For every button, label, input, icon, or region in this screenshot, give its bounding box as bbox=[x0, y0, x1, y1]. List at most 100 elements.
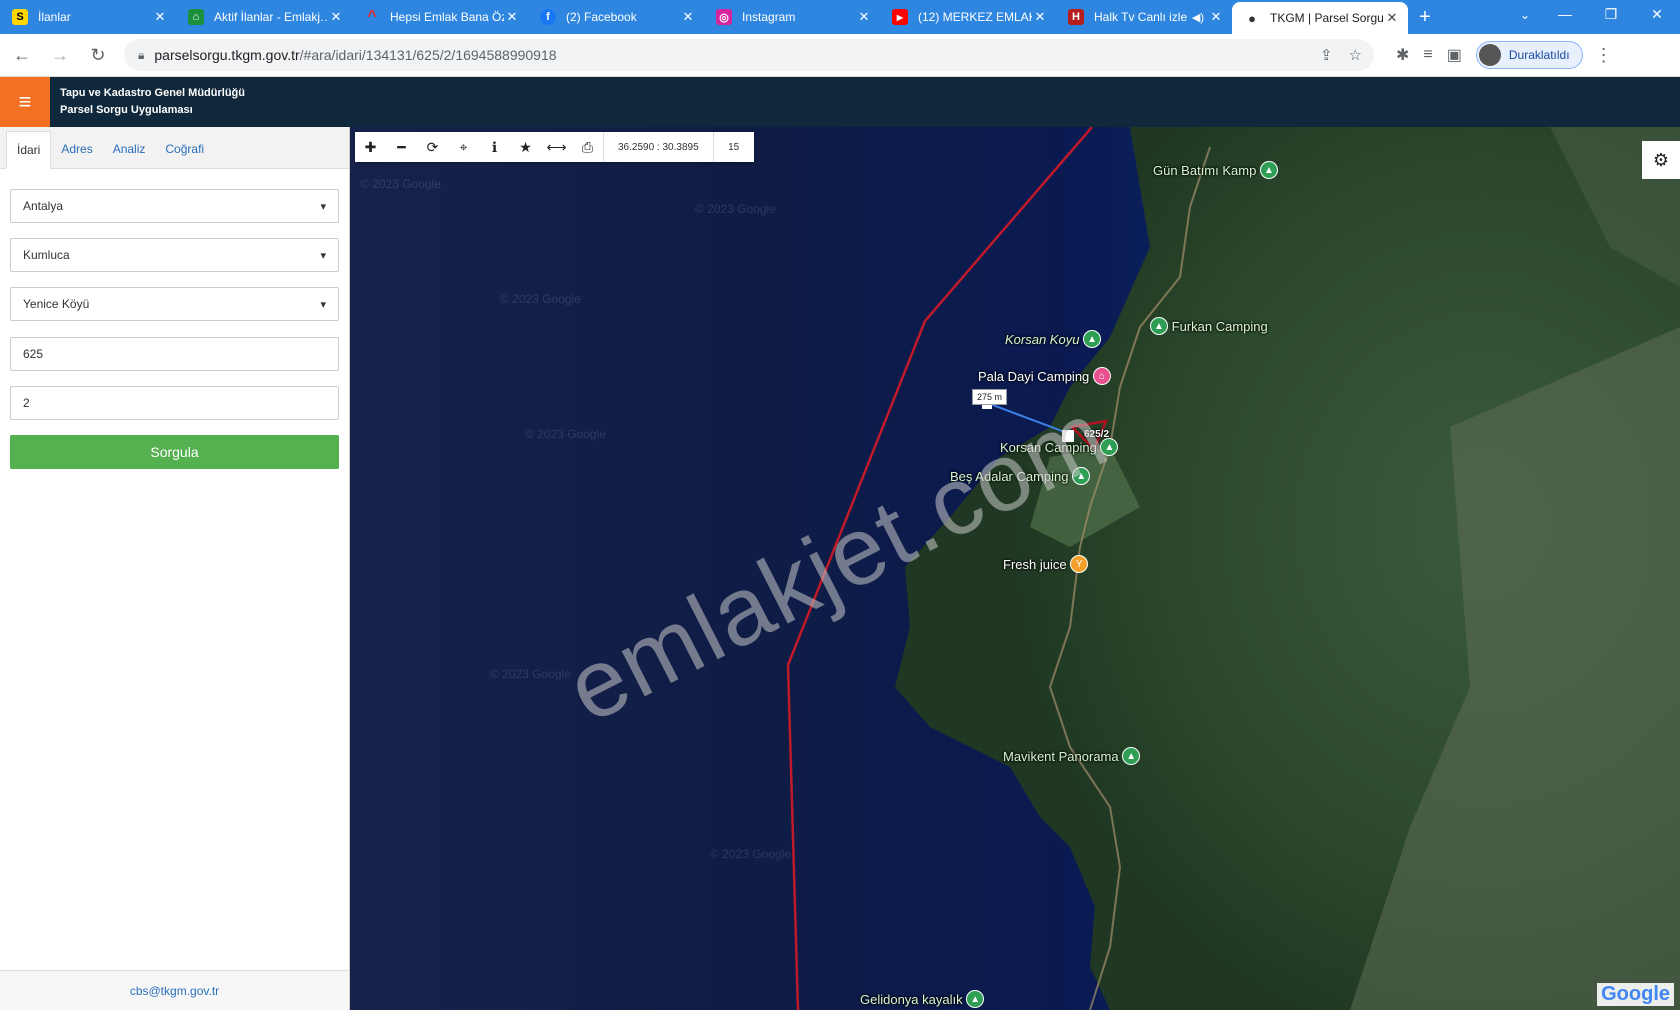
tab-title: İlanlar bbox=[38, 10, 71, 24]
profile-label: Duraklatıldı bbox=[1508, 48, 1570, 62]
gear-icon[interactable]: ⚙ bbox=[1642, 141, 1680, 179]
lock-icon: 🔒︎ bbox=[138, 47, 145, 62]
tab-adres[interactable]: Adres bbox=[51, 130, 102, 168]
ada-input[interactable]: 625 bbox=[10, 337, 339, 371]
close-tab-icon[interactable]: ✕ bbox=[680, 9, 696, 25]
locate-crosshair-icon[interactable]: ⌖ bbox=[448, 132, 479, 162]
measure-arrows-icon[interactable]: ⟷ bbox=[541, 132, 572, 162]
browser-tab[interactable]: f (2) Facebook ✕ bbox=[528, 0, 704, 34]
app-title-line1: Tapu ve Kadastro Genel Müdürlüğü bbox=[60, 87, 245, 99]
print-icon[interactable]: ⎙ bbox=[572, 132, 603, 162]
copyright-text: © 2023 Google bbox=[525, 427, 606, 441]
side-panel-icon[interactable]: ▣ bbox=[1447, 45, 1462, 65]
minimize-icon[interactable]: — bbox=[1542, 0, 1588, 30]
copyright-text: © 2023 Google bbox=[360, 177, 441, 191]
profile-button[interactable]: Duraklatıldı bbox=[1475, 41, 1583, 69]
poi-label: Korsan Koyu bbox=[1005, 331, 1080, 347]
tab-search-chevron-icon[interactable]: ⌄ bbox=[1520, 2, 1530, 28]
campsite-icon: ▲ bbox=[1150, 317, 1168, 335]
poi-fresh-juice[interactable]: Fresh juice Y bbox=[1003, 555, 1089, 573]
share-icon[interactable]: ⇪ bbox=[1320, 46, 1333, 64]
window-controls: — ❐ ✕ bbox=[1542, 0, 1680, 30]
browser-tab[interactable]: ^ Hepsi Emlak Bana Öz…✕ bbox=[352, 0, 528, 34]
restore-icon[interactable]: ❐ bbox=[1588, 0, 1634, 30]
browser-menu-icon[interactable]: ⋮ bbox=[1595, 45, 1613, 66]
tab-cografi[interactable]: Coğrafi bbox=[155, 130, 214, 168]
poi-label: Gün Batımı Kamp bbox=[1153, 162, 1257, 178]
poi-label: Mavikent Panorama bbox=[1003, 748, 1119, 764]
zoom-level: 15 bbox=[728, 141, 740, 153]
panel-tabs: İdari Adres Analiz Coğrafi bbox=[0, 127, 349, 169]
tab-title: Aktif İlanlar - Emlakj… bbox=[214, 10, 328, 24]
extensions-puzzle-icon[interactable]: ✱ bbox=[1396, 45, 1409, 65]
browser-tab[interactable]: S İlanlar ✕ bbox=[0, 0, 176, 34]
tab-favicon-icon: ⌂ bbox=[188, 9, 204, 25]
poi-label: Furkan Camping bbox=[1171, 318, 1268, 334]
tab-favicon-icon: ◎ bbox=[716, 9, 732, 25]
close-tab-icon[interactable]: ✕ bbox=[152, 9, 168, 25]
star-icon[interactable]: ★ bbox=[510, 132, 541, 162]
sorgula-button[interactable]: Sorgula bbox=[10, 435, 339, 469]
attribution-text: Google bbox=[1601, 983, 1670, 1005]
poi-pala-dayi-camping[interactable]: Pala Dayi Camping ⌂ bbox=[978, 367, 1111, 385]
close-tab-icon[interactable]: ✕ bbox=[1032, 9, 1048, 25]
close-tab-icon[interactable]: ✕ bbox=[504, 9, 520, 25]
zoom-in-icon[interactable]: ✚ bbox=[355, 132, 386, 162]
browser-tab[interactable]: H Halk Tv Canlı izle ◀) ✕ bbox=[1056, 0, 1232, 34]
info-icon[interactable]: ℹ bbox=[479, 132, 510, 162]
poi-furkan-camping[interactable]: ▲ Furkan Camping bbox=[1150, 317, 1268, 335]
url-bar[interactable]: 🔒︎ parselsorgu.tkgm.gov.tr/#ara/idari/13… bbox=[124, 39, 1374, 71]
hamburger-menu-icon[interactable]: ≡ bbox=[0, 77, 50, 127]
url-path: /#ara/idari/134131/625/2/1694588990918 bbox=[299, 47, 557, 63]
tab-title: Instagram bbox=[742, 10, 796, 24]
refresh-icon[interactable]: ⟳ bbox=[417, 132, 448, 162]
browser-tab-active[interactable]: ● TKGM | Parsel Sorgu… ✕ bbox=[1232, 2, 1408, 34]
footer-email-link[interactable]: cbs@tkgm.gov.tr bbox=[0, 970, 349, 1010]
speaker-icon[interactable]: ◀) bbox=[1192, 11, 1204, 24]
close-window-icon[interactable]: ✕ bbox=[1634, 0, 1680, 30]
hotel-icon: ⌂ bbox=[1092, 367, 1111, 385]
reload-icon[interactable]: ↻ bbox=[82, 39, 114, 71]
tab-favicon-icon: ^ bbox=[367, 8, 377, 25]
park-icon: ▲ bbox=[1083, 330, 1102, 348]
app-title-line2: Parsel Sorgu Uygulaması bbox=[60, 104, 193, 116]
parsel-value: 2 bbox=[23, 396, 30, 410]
url-host: parselsorgu.tkgm.gov.tr bbox=[154, 47, 300, 63]
mahalle-select[interactable]: Yenice Köyü ▾ bbox=[10, 287, 339, 321]
close-tab-icon[interactable]: ✕ bbox=[328, 9, 344, 25]
zoom-out-icon[interactable]: ━ bbox=[386, 132, 417, 162]
il-select[interactable]: Antalya ▾ bbox=[10, 189, 339, 223]
close-tab-icon[interactable]: ✕ bbox=[856, 9, 872, 25]
poi-gun-batimi-kamp[interactable]: Gün Batımı Kamp ▲ bbox=[1153, 161, 1278, 179]
map-view[interactable]: © 2023 Google © 2023 Google © 2023 Googl… bbox=[350, 127, 1680, 1010]
chevron-down-icon: ▾ bbox=[320, 298, 326, 311]
forward-icon[interactable]: → bbox=[44, 39, 76, 71]
close-tab-icon[interactable]: ✕ bbox=[1208, 9, 1224, 25]
tab-favicon-icon: H bbox=[1068, 9, 1084, 25]
poi-korsan-koyu[interactable]: Korsan Koyu ▲ bbox=[1005, 330, 1102, 348]
poi-label: Fresh juice bbox=[1003, 556, 1067, 572]
tab-title: (12) MERKEZ EMLAK… bbox=[918, 10, 1032, 24]
bookmark-star-icon[interactable]: ☆ bbox=[1349, 46, 1362, 64]
poi-label: Gelidonya kayalık bbox=[860, 991, 963, 1007]
address-toolbar: ← → ↻ 🔒︎ parselsorgu.tkgm.gov.tr/#ara/id… bbox=[0, 34, 1680, 77]
tab-analiz[interactable]: Analiz bbox=[103, 130, 156, 168]
poi-mavikent-panorama[interactable]: Mavikent Panorama ▲ bbox=[1003, 747, 1141, 765]
tab-idari[interactable]: İdari bbox=[6, 131, 52, 169]
parsel-input[interactable]: 2 bbox=[10, 386, 339, 420]
app-title: Tapu ve Kadastro Genel Müdürlüğü Parsel … bbox=[60, 85, 245, 119]
ilce-select[interactable]: Kumluca ▾ bbox=[10, 238, 339, 272]
mahalle-value: Yenice Köyü bbox=[23, 297, 90, 311]
browser-tab[interactable]: ▶ (12) MERKEZ EMLAK…✕ bbox=[880, 0, 1056, 34]
new-tab-button[interactable]: + bbox=[1408, 0, 1442, 34]
copyright-text: © 2023 Google bbox=[500, 292, 581, 306]
close-tab-icon[interactable]: ✕ bbox=[1384, 10, 1400, 26]
campsite-icon: ▲ bbox=[1122, 747, 1141, 765]
tab-favicon-icon: ▶ bbox=[892, 9, 908, 25]
back-icon[interactable]: ← bbox=[6, 39, 38, 71]
poi-gelidonya-kayalik[interactable]: Gelidonya kayalık ▲ bbox=[860, 990, 985, 1008]
browser-tab[interactable]: ◎ Instagram ✕ bbox=[704, 0, 880, 34]
browser-tab[interactable]: ⌂ Aktif İlanlar - Emlakj… ✕ bbox=[176, 0, 352, 34]
media-queue-icon[interactable]: ≡ bbox=[1423, 46, 1432, 64]
map-pin-icon: ● bbox=[1248, 10, 1256, 26]
